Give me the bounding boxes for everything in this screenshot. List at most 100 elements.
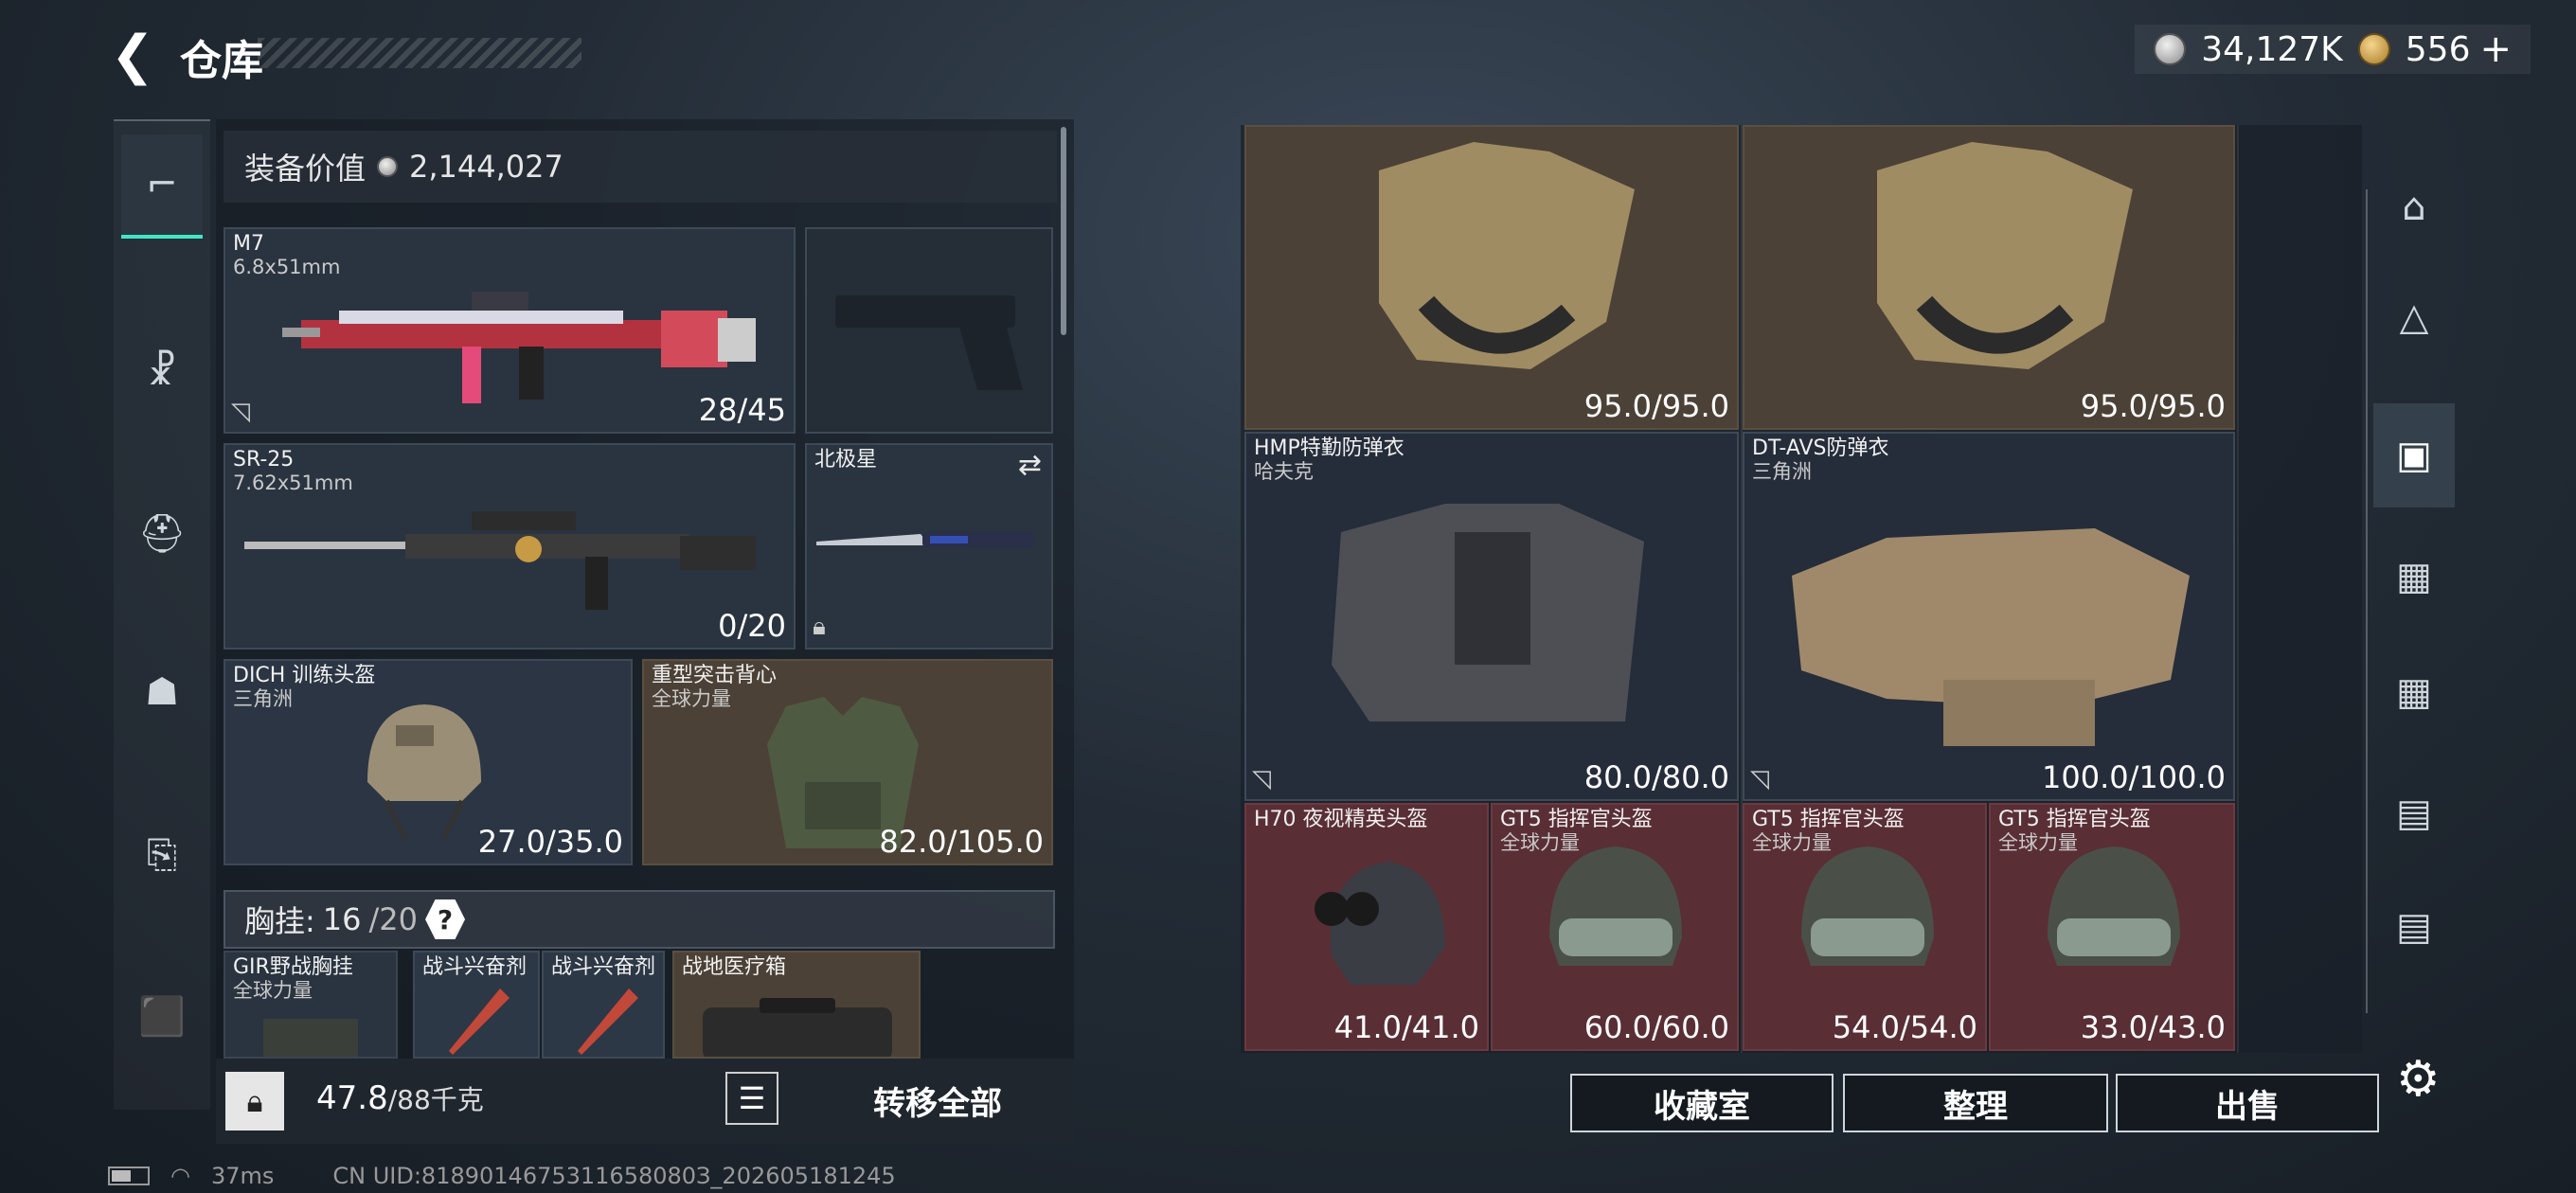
carry-weight: 47.8/88千克 [316, 1079, 484, 1117]
no-insurance-icon: ◹ [1252, 765, 1271, 793]
loadout-scrollbar[interactable] [1061, 127, 1066, 335]
armor-tier-icon: △ [2399, 295, 2429, 339]
rifle-m7-image [282, 292, 756, 403]
tab-level-4-helmet[interactable]: ▣ [2373, 403, 2455, 507]
nvg-helmet-image [1315, 862, 1445, 985]
medkit-image [703, 998, 892, 1057]
tab-backpack[interactable]: ☗ [121, 640, 203, 744]
item-name: 战斗兴奋剂 [422, 955, 528, 979]
durability: 41.0/41.0 [1333, 1009, 1479, 1045]
warehouse-icon: ⌂ [2402, 186, 2426, 229]
no-insurance-icon: ◹ [1750, 765, 1769, 793]
item-name: 战地医疗箱 [682, 955, 787, 979]
lock-button[interactable]: 🔒︎ [225, 1072, 284, 1131]
tab-level-5-item[interactable]: ▦ [2373, 525, 2455, 629]
durability: 82.0/105.0 [879, 824, 1044, 860]
page-title: 仓库 [180, 37, 263, 85]
swap-icon[interactable]: ⇄ [1018, 449, 1042, 482]
equip-value-amount: 2,144,027 [409, 149, 564, 185]
tab-weapons[interactable]: ⌐ [121, 134, 203, 239]
item-name: GT5 指挥官头盔 [1500, 808, 1653, 831]
stash-item[interactable]: 95.0/95.0 [1244, 125, 1739, 430]
helmet-slot[interactable]: DICH 训练头盔 三角洲 27.0/35.0 [224, 659, 633, 865]
tab-helmet[interactable]: ⛑ [121, 481, 203, 585]
durability: 33.0/43.0 [2080, 1009, 2226, 1045]
rig-item[interactable]: 战斗兴奋剂 [542, 951, 665, 1059]
sell-button[interactable]: 出售 [2116, 1074, 2379, 1132]
armor-name: 重型突击背心 [652, 664, 778, 687]
commander-helmet-image [2048, 846, 2180, 966]
tab-case[interactable]: ⬛ [121, 964, 203, 1068]
vest-icon: ☧ [147, 350, 177, 394]
rig-capacity-bar: 胸挂: 16 /20 ? [224, 890, 1055, 949]
tab-level-4-item-2[interactable]: ▤ [2373, 875, 2455, 979]
armor-slot[interactable]: 重型突击背心 全球力量 82.0/105.0 [642, 659, 1053, 865]
rig-item[interactable]: 战地医疗箱 [672, 951, 921, 1059]
tier-4-icon: ▤ [2396, 792, 2432, 835]
rig-item[interactable]: 战斗兴奋剂 [413, 951, 540, 1059]
equipment-value: 装备价值 2,144,027 [224, 131, 1057, 203]
add-currency-button[interactable]: + [2479, 27, 2512, 71]
chest-rig-image [263, 1019, 358, 1057]
stash-item[interactable]: 95.0/95.0 [1743, 125, 2235, 430]
durability: 95.0/95.0 [2080, 388, 2226, 424]
tab-all[interactable]: ⌂ [2373, 155, 2455, 259]
list-icon: ☰ [738, 1080, 766, 1116]
settings-gear-icon[interactable]: ⚙ [2396, 1051, 2441, 1108]
briefcase-icon: ⬛ [138, 994, 186, 1039]
durability: 100.0/100.0 [2042, 759, 2226, 795]
item-sub: 三角洲 [1752, 460, 1812, 483]
gold-coin-icon [2357, 33, 2390, 65]
armor-vest-image [1332, 504, 1644, 721]
stash-item[interactable]: DT-AVS防弹衣 三角洲 ◹ 100.0/100.0 [1743, 432, 2235, 801]
silver-amount: 34,127K [2201, 29, 2343, 69]
back-button[interactable]: ❮ [104, 25, 161, 86]
melee-slot[interactable]: 北极星 ⇄ 🔒︎ [805, 443, 1053, 650]
weapon-name: SR-25 [233, 448, 295, 472]
tab-armor[interactable]: ☧ [121, 320, 203, 424]
item-sub: 全球力量 [233, 979, 313, 1002]
item-name: GIR野战胸挂 [233, 955, 353, 979]
uid-text: CN UID:8189014675311658080З_202605181245 [332, 1163, 896, 1189]
helmet-name: DICH 训练头盔 [233, 664, 376, 687]
no-insurance-icon: ◹ [231, 398, 250, 426]
melee-name: 北极星 [814, 448, 878, 472]
equip-value-label: 装备价值 [244, 151, 367, 187]
weight-current: 47.8 [316, 1079, 388, 1117]
stash-item[interactable]: H70 夜视精英头盔 41.0/41.0 [1244, 803, 1489, 1051]
primary-weapon-slot[interactable]: M7 6.8x51mm ◹ 28/45 [224, 227, 796, 434]
collection-room-button[interactable]: 收藏室 [1570, 1074, 1834, 1132]
stash-item[interactable]: GT5 指挥官头盔 全球力量 33.0/43.0 [1989, 803, 2235, 1051]
tab-level-5-item-2[interactable]: ▦ [2373, 640, 2455, 744]
rig-item[interactable]: GIR野战胸挂 全球力量 [224, 951, 398, 1059]
pistol-slot-empty[interactable] [805, 227, 1053, 434]
left-category-nav: ⌐ ☧ ⛑ ☗ ⎘ ⬛ [114, 119, 210, 1110]
item-name: GT5 指挥官头盔 [1752, 808, 1905, 831]
stash-item[interactable]: GT5 指挥官头盔 全球力量 60.0/60.0 [1491, 803, 1739, 1051]
rig-label: 胸挂: [244, 903, 315, 939]
stash-item[interactable]: HMP特勤防弹衣 哈夫克 ◹ 80.0/80.0 [1244, 432, 1739, 801]
tab-rig[interactable]: ⎘ [121, 803, 203, 907]
pistol-silhouette-icon [835, 295, 1023, 390]
durability: 95.0/95.0 [1583, 388, 1729, 424]
list-view-button[interactable]: ☰ [725, 1072, 778, 1125]
tier-5-icon: ▦ [2396, 670, 2432, 714]
secondary-weapon-slot[interactable]: SR-25 7.62x51mm 0/20 [224, 443, 796, 650]
weight-max: /88千克 [387, 1084, 484, 1115]
tab-level-4-armor[interactable]: △ [2373, 265, 2455, 369]
help-icon[interactable]: ? [425, 899, 466, 939]
clipboard-icon: ⎘ [147, 833, 177, 877]
helmet-icon: ⛑ [137, 511, 187, 556]
tab-level-4-item[interactable]: ▤ [2373, 761, 2455, 865]
wifi-icon: ◠ [170, 1163, 190, 1189]
sort-button[interactable]: 整理 [1843, 1074, 2108, 1132]
stash-item[interactable]: GT5 指挥官头盔 全球力量 54.0/54.0 [1743, 803, 1987, 1051]
transfer-all-button[interactable]: 转移全部 [814, 1077, 1061, 1124]
rig-used: 16 [322, 901, 362, 937]
item-name: GT5 指挥官头盔 [1998, 808, 2151, 831]
commander-helmet-image [1801, 846, 1934, 966]
rig-total: /20 [368, 901, 419, 937]
armor-vest-image [1379, 142, 1635, 369]
gold-amount: 556 [2405, 29, 2471, 69]
item-name: H70 夜视精英头盔 [1254, 808, 1428, 831]
